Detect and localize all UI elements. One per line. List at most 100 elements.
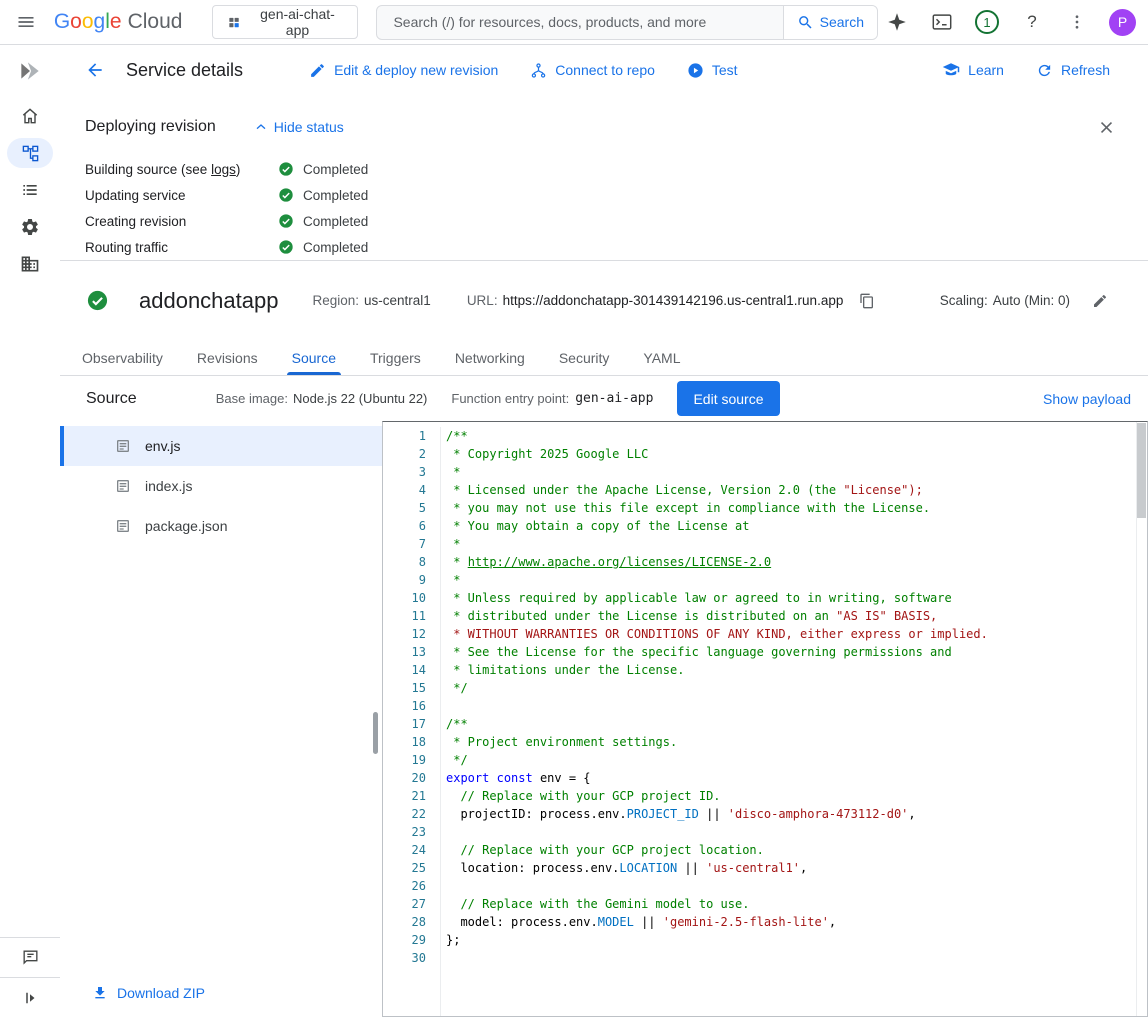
code-content[interactable]: /** * Copyright 2025 Google LLC * * Lice… xyxy=(441,427,1147,1016)
tab-security[interactable]: Security xyxy=(542,340,627,375)
project-icon xyxy=(227,15,241,30)
test-button[interactable]: Test xyxy=(677,52,748,88)
play-icon xyxy=(687,62,704,79)
repo-icon xyxy=(530,62,547,79)
tab-revisions[interactable]: Revisions xyxy=(180,340,275,375)
connect-to-repo-button[interactable]: Connect to repo xyxy=(520,52,665,88)
tabs: ObservabilityRevisionsSourceTriggersNetw… xyxy=(60,340,1148,376)
edit-source-button[interactable]: Edit source xyxy=(677,381,779,416)
collapse-nav-button[interactable] xyxy=(11,979,49,1017)
service-details-header: Service details Edit & deploy new revisi… xyxy=(60,45,1148,95)
region-info: Region: us-central1 xyxy=(312,293,430,308)
check-circle-icon xyxy=(278,213,294,229)
code-editor[interactable]: 1234567891011121314151617181920212223242… xyxy=(382,421,1148,1017)
tab-source[interactable]: Source xyxy=(275,340,353,375)
nav-list[interactable] xyxy=(7,172,53,208)
help-icon: ? xyxy=(1027,12,1036,32)
file-icon xyxy=(115,438,131,454)
tab-observability[interactable]: Observability xyxy=(65,340,180,375)
check-circle-icon xyxy=(278,239,294,255)
more-options-button[interactable] xyxy=(1058,3,1096,41)
check-circle-icon xyxy=(278,161,294,177)
file-icon xyxy=(115,518,131,534)
back-button[interactable] xyxy=(76,51,114,89)
gear-icon xyxy=(20,217,40,237)
file-tree-panel: env.jsindex.jspackage.json Download ZIP xyxy=(60,421,382,1017)
logs-link[interactable]: logs xyxy=(211,162,236,177)
project-name: gen-ai-chat-app xyxy=(252,6,344,38)
file-item-index.js[interactable]: index.js xyxy=(60,466,382,506)
hamburger-menu[interactable] xyxy=(8,3,44,41)
nav-domains[interactable] xyxy=(7,246,53,282)
panel-resize-handle[interactable] xyxy=(373,712,378,754)
refresh-icon xyxy=(1036,62,1053,79)
status-row: Building source (see logs)Completed xyxy=(85,156,1122,182)
edit-deploy-revision-button[interactable]: Edit & deploy new revision xyxy=(299,52,508,88)
nav-home[interactable] xyxy=(7,98,53,134)
service-status-icon xyxy=(86,289,109,312)
deploy-status-panel: Deploying revision Hide status Building … xyxy=(60,95,1148,260)
status-row: Updating serviceCompleted xyxy=(85,182,1122,208)
nav-services[interactable] xyxy=(7,138,53,168)
entry-point-value: gen-ai-app xyxy=(575,391,653,406)
download-zip-button[interactable]: Download ZIP xyxy=(60,985,382,1001)
edit-scaling-button[interactable] xyxy=(1086,287,1114,315)
search-input[interactable] xyxy=(377,6,782,39)
cloud-shell-button[interactable] xyxy=(923,3,961,41)
scaling-label: Scaling: xyxy=(940,293,988,308)
main-content: Service details Edit & deploy new revisi… xyxy=(60,45,1148,1017)
entry-point-label: Function entry point: xyxy=(451,391,569,406)
building-icon xyxy=(20,254,40,274)
copy-url-button[interactable] xyxy=(853,287,881,315)
refresh-button[interactable]: Refresh xyxy=(1026,52,1120,88)
status-label: Creating revision xyxy=(85,214,278,229)
tab-triggers[interactable]: Triggers xyxy=(353,340,438,375)
service-summary: addonchatapp Region: us-central1 URL: ht… xyxy=(60,261,1148,340)
scaling-value: Auto (Min: 0) xyxy=(993,293,1070,308)
status-value: Completed xyxy=(278,161,368,177)
project-selector[interactable]: gen-ai-chat-app xyxy=(212,5,358,39)
back-arrow-icon xyxy=(85,60,105,80)
close-status-button[interactable] xyxy=(1090,111,1122,143)
rail-bottom xyxy=(0,937,60,1017)
home-icon xyxy=(20,106,40,126)
chevron-up-icon xyxy=(253,119,269,135)
pencil-icon xyxy=(309,62,326,79)
tab-networking[interactable]: Networking xyxy=(438,340,542,375)
check-circle-icon xyxy=(278,187,294,203)
feedback-button[interactable] xyxy=(11,939,49,977)
source-heading: Source xyxy=(86,390,137,408)
url-info: URL: https://addonchatapp-301439142196.u… xyxy=(467,287,882,315)
search-icon xyxy=(797,14,814,31)
status-value: Completed xyxy=(278,187,368,203)
status-label: Routing traffic xyxy=(85,240,278,255)
show-payload-link[interactable]: Show payload xyxy=(1043,391,1131,407)
line-numbers: 1234567891011121314151617181920212223242… xyxy=(383,427,441,1016)
notifications-button[interactable]: 1 xyxy=(968,3,1006,41)
nav-settings[interactable] xyxy=(7,209,53,245)
file-item-package.json[interactable]: package.json xyxy=(60,506,382,546)
account-avatar[interactable]: P xyxy=(1109,9,1136,36)
url-value[interactable]: https://addonchatapp-301439142196.us-cen… xyxy=(503,293,844,308)
learn-button[interactable]: Learn xyxy=(932,52,1014,88)
status-row: Creating revisionCompleted xyxy=(85,208,1122,234)
help-button[interactable]: ? xyxy=(1013,3,1051,41)
file-icon xyxy=(115,478,131,494)
tab-yaml[interactable]: YAML xyxy=(626,340,697,375)
hide-status-toggle[interactable]: Hide status xyxy=(253,119,344,135)
search-button-label: Search xyxy=(820,14,864,30)
scaling-info: Scaling: Auto (Min: 0) xyxy=(940,287,1114,315)
status-row: Routing trafficCompleted xyxy=(85,234,1122,260)
scrollbar-thumb[interactable] xyxy=(1137,423,1146,518)
search-button[interactable]: Search xyxy=(783,6,877,39)
topbar-utilities: 1 ? P xyxy=(878,3,1136,41)
header-actions: Edit & deploy new revision Connect to re… xyxy=(299,52,748,88)
editor-scrollbar[interactable] xyxy=(1136,422,1147,1016)
services-icon xyxy=(21,144,40,163)
entry-point-info: Function entry point: gen-ai-app xyxy=(451,391,653,406)
gemini-button[interactable] xyxy=(878,3,916,41)
status-label: Building source (see logs) xyxy=(85,162,278,177)
header-right-actions: Learn Refresh xyxy=(932,52,1120,88)
file-item-env.js[interactable]: env.js xyxy=(60,426,382,466)
deploy-status-rows: Building source (see logs)CompletedUpdat… xyxy=(85,156,1122,260)
